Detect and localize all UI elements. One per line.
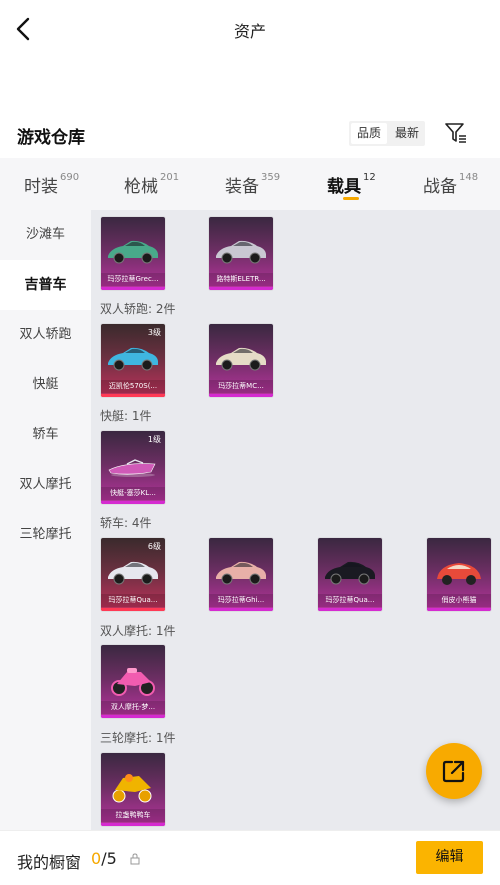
vehicle-level: 6级 [147, 542, 161, 551]
showcase-count: 0/5 [91, 849, 117, 868]
tab-count: 690 [60, 172, 80, 183]
vehicle-card[interactable]: 6级玛莎拉蒂Qua... [101, 538, 165, 611]
rarity-bar [101, 501, 165, 504]
sidebar-item-coupe[interactable]: 双人轿跑 [0, 310, 91, 360]
tab-count: 359 [261, 172, 281, 183]
filter-icon[interactable] [444, 122, 468, 144]
showcase-current: 0 [91, 849, 102, 868]
beetle-car-icon [437, 563, 481, 585]
sidebar-item-sedan[interactable]: 轿车 [0, 410, 91, 460]
active-tab-indicator [343, 197, 359, 200]
tab-vehicles[interactable]: 载具 12 [327, 172, 376, 197]
edit-button[interactable]: 编辑 [416, 841, 483, 874]
car-icon [216, 347, 266, 371]
rarity-bar [209, 394, 273, 397]
rarity-bar [101, 608, 165, 611]
vehicle-name: 玛莎拉蒂MC... [209, 380, 273, 393]
sidebar-item-jeep[interactable]: 吉普车 [0, 260, 91, 310]
sidebar-item-motorcycle[interactable]: 双人摩托 [0, 460, 91, 510]
vehicle-card[interactable]: 俏皮小熊猫 [427, 538, 491, 611]
sort-newest-button[interactable]: 最新 [389, 121, 425, 146]
tab-outfits[interactable]: 时装 690 [24, 172, 79, 197]
tab-label: 装备 [225, 177, 259, 197]
showcase-total: /5 [101, 849, 117, 868]
page-title: 资产 [233, 22, 266, 41]
sidebar-item-trike[interactable]: 三轮摩托 [0, 510, 91, 560]
vehicle-grid: 双人轿跑: 2件 快艇: 1件 轿车: 4件 双人摩托: 1件 三轮摩托: 1件… [91, 210, 500, 830]
vehicle-name: 玛莎拉蒂Qua... [318, 594, 382, 607]
tab-count: 201 [160, 172, 180, 183]
rarity-bar [101, 287, 165, 290]
tab-label: 载具 [327, 177, 361, 197]
tab-label: 时装 [24, 177, 58, 197]
tab-count: 12 [363, 172, 376, 183]
vehicle-level: 1级 [147, 435, 161, 444]
tab-count: 148 [459, 172, 479, 183]
tab-label: 战备 [423, 177, 457, 197]
vehicle-card[interactable]: 玛莎拉蒂Grec... [101, 217, 165, 290]
vehicle-card[interactable]: 玛莎拉蒂Qua... [318, 538, 382, 611]
vehicle-card[interactable]: 拉盏鸭鸭车 [101, 753, 165, 826]
tab-label: 枪械 [124, 177, 158, 197]
vehicle-card[interactable]: 1级快艇-塞莎KL... [101, 431, 165, 504]
sidebar-item-speedboat[interactable]: 快艇 [0, 360, 91, 410]
tab-equipment[interactable]: 装备 359 [225, 172, 280, 197]
rarity-bar [101, 715, 165, 718]
category-tabs: 时装 690 枪械 201 装备 359 载具 12 战备 148 [0, 158, 500, 210]
rarity-bar [427, 608, 491, 611]
section-label-trike: 三轮摩托: 1件 [100, 731, 176, 745]
car-icon [108, 561, 158, 585]
vehicle-name: 玛莎拉蒂Qua... [101, 594, 165, 607]
car-icon [216, 561, 266, 585]
trike-icon [112, 774, 152, 803]
sort-quality-button[interactable]: 品质 [351, 123, 388, 144]
section-label-motorcycle: 双人摩托: 1件 [100, 624, 176, 638]
vehicle-name: 玛莎拉蒂Grec... [101, 273, 165, 286]
warehouse-title: 游戏仓库 [17, 128, 85, 148]
rarity-bar [209, 287, 273, 290]
vehicle-name: 拉盏鸭鸭车 [101, 809, 165, 822]
share-button[interactable] [426, 743, 482, 799]
car-icon [216, 240, 266, 264]
rarity-bar [101, 823, 165, 826]
section-label-sedan: 轿车: 4件 [100, 516, 152, 530]
rarity-bar [101, 394, 165, 397]
showcase-label: 我的橱窗 [17, 853, 82, 872]
vehicle-card[interactable]: 3级迈凯伦570S(... [101, 324, 165, 397]
showcase-bar: 我的橱窗 0/5 编辑 [0, 830, 500, 885]
vehicle-card[interactable]: 玛莎拉蒂MC... [209, 324, 273, 397]
lock-icon [130, 853, 140, 865]
speedboat-icon [108, 459, 156, 477]
vehicle-name: 快艇-塞莎KL... [101, 487, 165, 500]
share-icon [442, 760, 465, 783]
tab-guns[interactable]: 枪械 201 [124, 172, 179, 197]
section-label-coupe: 双人轿跑: 2件 [100, 302, 176, 316]
car-icon [108, 240, 158, 264]
motorcycle-icon [111, 668, 155, 696]
vehicle-name: 双人摩托-梦... [101, 701, 165, 714]
vehicle-name: 俏皮小熊猫 [427, 594, 491, 607]
header: 资产 [0, 0, 500, 60]
vehicle-card[interactable]: 路特斯ELETR... [209, 217, 273, 290]
rarity-bar [318, 608, 382, 611]
car-icon [325, 561, 375, 585]
sidebar-item-beach-buggy[interactable]: 沙滩车 [0, 210, 91, 260]
section-label-speedboat: 快艇: 1件 [100, 409, 152, 423]
vehicle-card[interactable]: 玛莎拉蒂Ghi... [209, 538, 273, 611]
car-icon [108, 347, 158, 371]
vehicle-level: 3级 [147, 328, 161, 337]
vehicle-name: 路特斯ELETR... [209, 273, 273, 286]
vehicle-name: 迈凯伦570S(... [101, 380, 165, 393]
vehicle-card[interactable]: 双人摩托-梦... [101, 645, 165, 718]
rarity-bar [209, 608, 273, 611]
sort-toggle: 品质 最新 [349, 121, 426, 146]
vehicle-name: 玛莎拉蒂Ghi... [209, 594, 273, 607]
tab-combat-gear[interactable]: 战备 148 [423, 172, 478, 197]
sidebar: 沙滩车 吉普车 双人轿跑 快艇 轿车 双人摩托 三轮摩托 [0, 210, 91, 830]
